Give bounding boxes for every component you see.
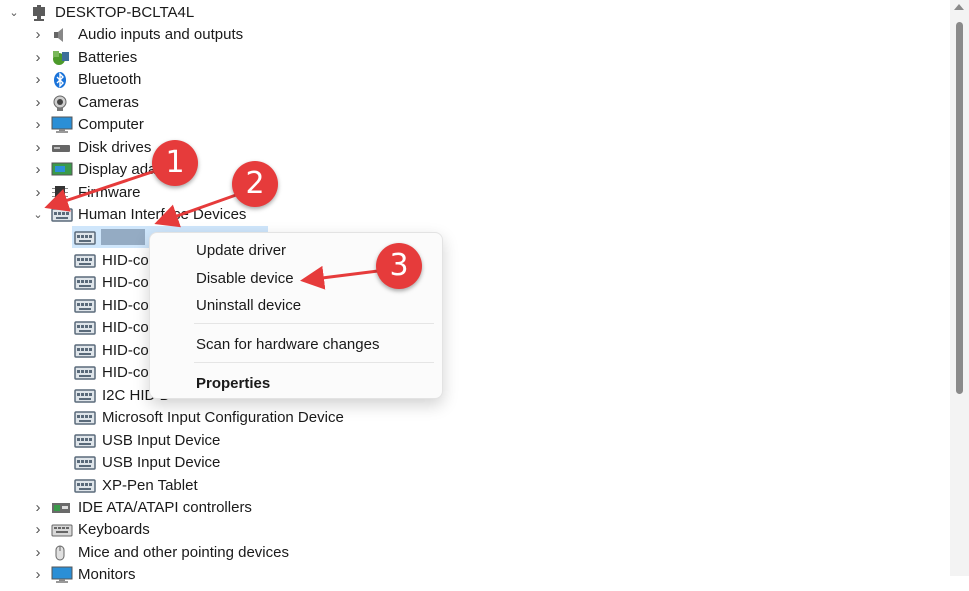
bluetooth-icon xyxy=(51,71,71,89)
tree-category-label: Disk drives xyxy=(78,139,152,156)
mouse-icon xyxy=(51,544,71,562)
chevron-right-icon[interactable]: › xyxy=(32,114,44,136)
hid-device-icon xyxy=(74,364,96,382)
tree-category-label: IDE ATA/ATAPI controllers xyxy=(78,499,252,516)
tree-category-node[interactable]: ⌄ Human Interface Devices xyxy=(0,204,400,226)
chevron-right-icon[interactable]: › xyxy=(32,497,44,519)
chevron-right-icon[interactable]: › xyxy=(32,564,44,586)
hid-device-icon xyxy=(74,342,96,360)
chevron-right-icon[interactable]: › xyxy=(32,47,44,69)
tree-device-label: HID-co xyxy=(102,274,149,291)
camera-icon xyxy=(51,94,71,112)
tree-category-label: Computer xyxy=(78,116,144,133)
hid-device-icon xyxy=(74,409,96,427)
tree-category-node[interactable]: › Batteries xyxy=(0,47,400,69)
tree-device-node[interactable]: XP-Pen Tablet xyxy=(0,475,400,497)
menu-item-scan-hardware[interactable]: Scan for hardware changes xyxy=(196,333,379,357)
menu-item-disable-device[interactable]: Disable device xyxy=(196,267,294,291)
menu-item-properties[interactable]: Properties xyxy=(196,372,270,396)
annotation-badge-1: 1 xyxy=(152,140,198,186)
scrollbar-thumb[interactable] xyxy=(956,22,963,394)
battery-icon xyxy=(51,49,71,67)
computer-icon xyxy=(30,4,50,22)
tree-category-label: Cameras xyxy=(78,94,139,111)
tree-device-label: Microsoft Input Configuration Device xyxy=(102,409,344,426)
tree-category-label: Bluetooth xyxy=(78,71,142,88)
vertical-scrollbar[interactable] xyxy=(950,0,969,576)
tree-device-label: USB Input Device xyxy=(102,431,221,449)
tree-device-label: USB Input Device xyxy=(102,454,221,471)
tree-category-node[interactable]: › Bluetooth xyxy=(0,69,400,91)
tree-category-node[interactable]: › Firmware xyxy=(0,182,400,204)
hid-device-icon xyxy=(74,297,96,315)
keyboard-icon xyxy=(51,521,73,539)
tree-category-node[interactable]: › IDE ATA/ATAPI controllers xyxy=(0,497,400,519)
tree-category-label: Human Interface Devices xyxy=(78,206,247,223)
chevron-right-icon[interactable]: › xyxy=(32,137,44,159)
hid-device-icon xyxy=(74,432,96,450)
tree-root-node[interactable]: ⌄ DESKTOP-BCLTA4L xyxy=(0,2,300,24)
tree-category-node[interactable]: › Display adapters xyxy=(0,159,400,181)
menu-item-uninstall-device[interactable]: Uninstall device xyxy=(196,294,301,318)
menu-item-update-driver[interactable]: Update driver xyxy=(196,239,286,263)
tree-category-node[interactable]: › Disk drives xyxy=(0,137,400,159)
tree-category-node[interactable]: › Monitors xyxy=(0,564,400,586)
tree-device-node[interactable]: USB Input Device xyxy=(0,430,400,452)
annotation-badge-2: 2 xyxy=(232,161,278,207)
tree-category-node[interactable]: › Keyboards xyxy=(0,519,400,541)
chevron-right-icon[interactable]: › xyxy=(32,24,44,46)
tree-category-label: Mice and other pointing devices xyxy=(78,544,289,561)
firmware-chip-icon xyxy=(51,184,71,202)
disk-drive-icon xyxy=(51,139,71,157)
tree-device-label: HID-co xyxy=(102,251,149,269)
tree-category-label: Monitors xyxy=(78,566,136,583)
scroll-up-arrow-icon[interactable] xyxy=(954,4,964,10)
monitor-icon xyxy=(51,116,73,134)
monitor-icon xyxy=(51,566,73,584)
hid-device-icon xyxy=(74,319,96,337)
tree-category-node[interactable]: › Audio inputs and outputs xyxy=(0,24,400,46)
tree-device-label: HID-co xyxy=(102,341,149,359)
tree-device-label: HID-co xyxy=(102,364,149,381)
menu-separator xyxy=(194,323,434,324)
tree-category-label: Audio inputs and outputs xyxy=(78,26,244,43)
tree-category-label: Batteries xyxy=(78,49,138,66)
tree-device-node[interactable]: USB Input Device xyxy=(0,452,400,474)
chevron-right-icon[interactable]: › xyxy=(32,182,44,204)
annotation-badge-3: 3 xyxy=(376,243,422,289)
tree-category-node[interactable]: › Cameras xyxy=(0,92,400,114)
ide-controller-icon xyxy=(51,499,71,517)
hid-device-icon xyxy=(74,252,96,270)
tree-category-label: Firmware xyxy=(78,184,141,201)
hid-device-icon xyxy=(74,387,96,405)
tree-category-label: Keyboards xyxy=(78,521,150,538)
tree-category-node[interactable]: › Computer xyxy=(0,114,400,136)
speaker-icon xyxy=(51,26,71,44)
chevron-down-icon[interactable]: ⌄ xyxy=(32,204,44,226)
tree-category-node[interactable]: › Mice and other pointing devices xyxy=(0,542,400,564)
chevron-right-icon[interactable]: › xyxy=(32,92,44,114)
tree-device-label: HID-co xyxy=(102,319,149,336)
chevron-right-icon[interactable]: › xyxy=(32,69,44,91)
chevron-right-icon[interactable]: › xyxy=(32,542,44,564)
hid-device-icon xyxy=(74,477,96,495)
tree-device-label: XP-Pen Tablet xyxy=(102,476,198,494)
hid-device-icon xyxy=(74,229,96,247)
tree-device-label: HID-co xyxy=(102,296,149,314)
chevron-down-icon[interactable]: ⌄ xyxy=(8,2,20,24)
display-adapter-icon xyxy=(51,161,73,179)
chevron-right-icon[interactable]: › xyxy=(32,159,44,181)
hid-device-icon xyxy=(74,274,96,292)
hid-icon xyxy=(51,206,73,224)
hid-device-icon xyxy=(74,454,96,472)
tree-device-node[interactable]: Microsoft Input Configuration Device xyxy=(0,407,400,429)
device-tree: ⌄ DESKTOP-BCLTA4L › Audio inputs and outp… xyxy=(0,0,950,583)
computer-name-label: DESKTOP-BCLTA4L xyxy=(55,4,195,21)
menu-separator xyxy=(194,362,434,363)
chevron-right-icon[interactable]: › xyxy=(32,519,44,541)
